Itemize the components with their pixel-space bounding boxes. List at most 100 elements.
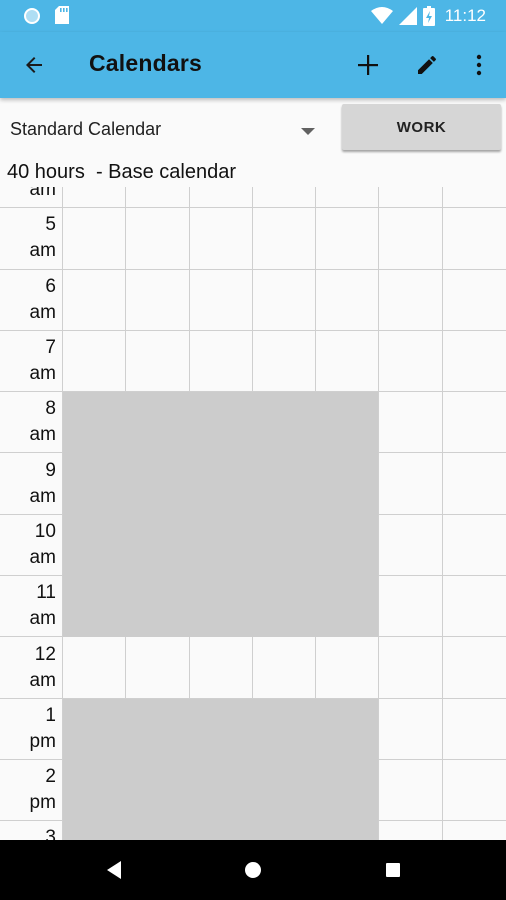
- hour-row: 10 am: [0, 514, 506, 577]
- time-slot-cell[interactable]: [379, 330, 443, 393]
- time-slot-cell[interactable]: [252, 269, 317, 331]
- time-slot-cell[interactable]: [126, 208, 190, 270]
- time-slot-cell[interactable]: [189, 637, 253, 699]
- working-hour-cell[interactable]: [62, 453, 127, 515]
- time-slot-cell[interactable]: [316, 187, 380, 209]
- time-slot-cell[interactable]: [62, 208, 127, 270]
- time-slot-cell[interactable]: [189, 269, 253, 331]
- week-grid[interactable]: 4am 5 am 6 am 7 am 8 am 9 am 10 am 11 am 12 am 1 pm 2 pm 3pm: [0, 187, 506, 840]
- time-slot-cell[interactable]: [316, 637, 380, 699]
- time-slot-cell[interactable]: [442, 453, 506, 515]
- time-slot-cell[interactable]: [442, 331, 506, 393]
- time-slot-cell[interactable]: [126, 269, 190, 331]
- time-slot-cell[interactable]: [442, 270, 506, 331]
- working-hour-cell[interactable]: [62, 821, 127, 840]
- time-slot-cell[interactable]: [252, 637, 317, 699]
- time-slot-cell[interactable]: [442, 187, 506, 209]
- nav-home-button[interactable]: [241, 858, 265, 882]
- calendar-select[interactable]: Standard Calendar: [0, 104, 330, 154]
- working-hour-cell[interactable]: [126, 821, 190, 840]
- time-slot-cell[interactable]: [316, 330, 380, 393]
- time-slot-cell[interactable]: [442, 392, 506, 454]
- working-hour-cell[interactable]: [252, 392, 317, 454]
- more-options-button[interactable]: [459, 45, 499, 85]
- time-slot-cell[interactable]: [379, 269, 443, 331]
- add-button[interactable]: [348, 45, 388, 85]
- time-slot-cell[interactable]: [379, 698, 443, 760]
- working-hour-cell[interactable]: [126, 514, 190, 577]
- hour-number: 9: [45, 459, 56, 481]
- time-slot-cell[interactable]: [379, 453, 443, 515]
- time-slot-cell[interactable]: [62, 330, 127, 393]
- working-hour-cell[interactable]: [252, 576, 317, 638]
- working-hour-cell[interactable]: [252, 698, 317, 760]
- working-hour-cell[interactable]: [252, 821, 317, 840]
- time-slot-cell[interactable]: [126, 330, 190, 393]
- working-hour-cell[interactable]: [189, 698, 253, 760]
- nav-recents-button[interactable]: [381, 858, 405, 882]
- time-slot-cell[interactable]: [316, 208, 380, 270]
- time-slot-cell[interactable]: [189, 187, 253, 209]
- working-hour-cell[interactable]: [189, 576, 253, 638]
- time-slot-cell[interactable]: [379, 821, 443, 840]
- working-hour-cell[interactable]: [316, 759, 380, 822]
- working-hour-cell[interactable]: [62, 698, 127, 760]
- time-slot-cell[interactable]: [442, 760, 506, 822]
- time-slot-cell[interactable]: [126, 187, 190, 209]
- time-slot-cell[interactable]: [442, 208, 506, 270]
- time-slot-cell[interactable]: [442, 515, 506, 577]
- working-hour-cell[interactable]: [252, 514, 317, 577]
- working-hour-cell[interactable]: [62, 392, 127, 454]
- working-hour-cell[interactable]: [62, 576, 127, 638]
- working-hour-cell[interactable]: [316, 514, 380, 577]
- time-slot-cell[interactable]: [379, 514, 443, 577]
- time-slot-cell[interactable]: [379, 187, 443, 209]
- working-hour-cell[interactable]: [189, 514, 253, 577]
- working-hour-cell[interactable]: [62, 759, 127, 822]
- time-slot-cell[interactable]: [442, 576, 506, 638]
- time-slot-cell[interactable]: [379, 637, 443, 699]
- working-hour-cell[interactable]: [189, 759, 253, 822]
- time-slot-cell[interactable]: [379, 208, 443, 270]
- time-slot-cell[interactable]: [252, 208, 317, 270]
- working-hour-cell[interactable]: [126, 453, 190, 515]
- edit-button[interactable]: [407, 45, 447, 85]
- time-slot-cell[interactable]: [379, 392, 443, 454]
- time-slot-cell[interactable]: [62, 187, 127, 209]
- time-slot-cell[interactable]: [189, 208, 253, 270]
- time-slot-cell[interactable]: [442, 637, 506, 699]
- hour-row: 11 am: [0, 576, 506, 638]
- working-hour-cell[interactable]: [189, 453, 253, 515]
- working-hour-cell[interactable]: [189, 821, 253, 840]
- hour-period: am: [29, 187, 56, 201]
- hour-period: am: [29, 608, 56, 630]
- time-slot-cell[interactable]: [443, 821, 506, 840]
- working-hour-cell[interactable]: [189, 392, 253, 454]
- time-slot-cell[interactable]: [126, 637, 190, 699]
- work-button[interactable]: WORK: [342, 104, 501, 150]
- week-grid-content: 4am 5 am 6 am 7 am 8 am 9 am 10 am 11 am 12 am 1 pm 2 pm 3pm: [0, 187, 506, 840]
- time-slot-cell[interactable]: [379, 576, 443, 638]
- working-hour-cell[interactable]: [316, 453, 380, 515]
- time-slot-cell[interactable]: [252, 330, 317, 393]
- time-slot-cell[interactable]: [252, 187, 317, 209]
- time-slot-cell[interactable]: [316, 269, 380, 331]
- working-hour-cell[interactable]: [316, 821, 380, 840]
- working-hour-cell[interactable]: [126, 392, 190, 454]
- working-hour-cell[interactable]: [252, 453, 317, 515]
- working-hour-cell[interactable]: [316, 698, 380, 760]
- working-hour-cell[interactable]: [62, 514, 127, 577]
- time-slot-cell[interactable]: [62, 637, 127, 699]
- back-button[interactable]: [14, 45, 54, 85]
- working-hour-cell[interactable]: [126, 698, 190, 760]
- time-slot-cell[interactable]: [62, 269, 127, 331]
- working-hour-cell[interactable]: [126, 576, 190, 638]
- working-hour-cell[interactable]: [126, 759, 190, 822]
- time-slot-cell[interactable]: [189, 330, 253, 393]
- nav-back-button[interactable]: [102, 858, 126, 882]
- time-slot-cell[interactable]: [379, 759, 443, 822]
- working-hour-cell[interactable]: [316, 392, 380, 454]
- time-slot-cell[interactable]: [442, 699, 506, 760]
- working-hour-cell[interactable]: [316, 576, 380, 638]
- working-hour-cell[interactable]: [252, 759, 317, 822]
